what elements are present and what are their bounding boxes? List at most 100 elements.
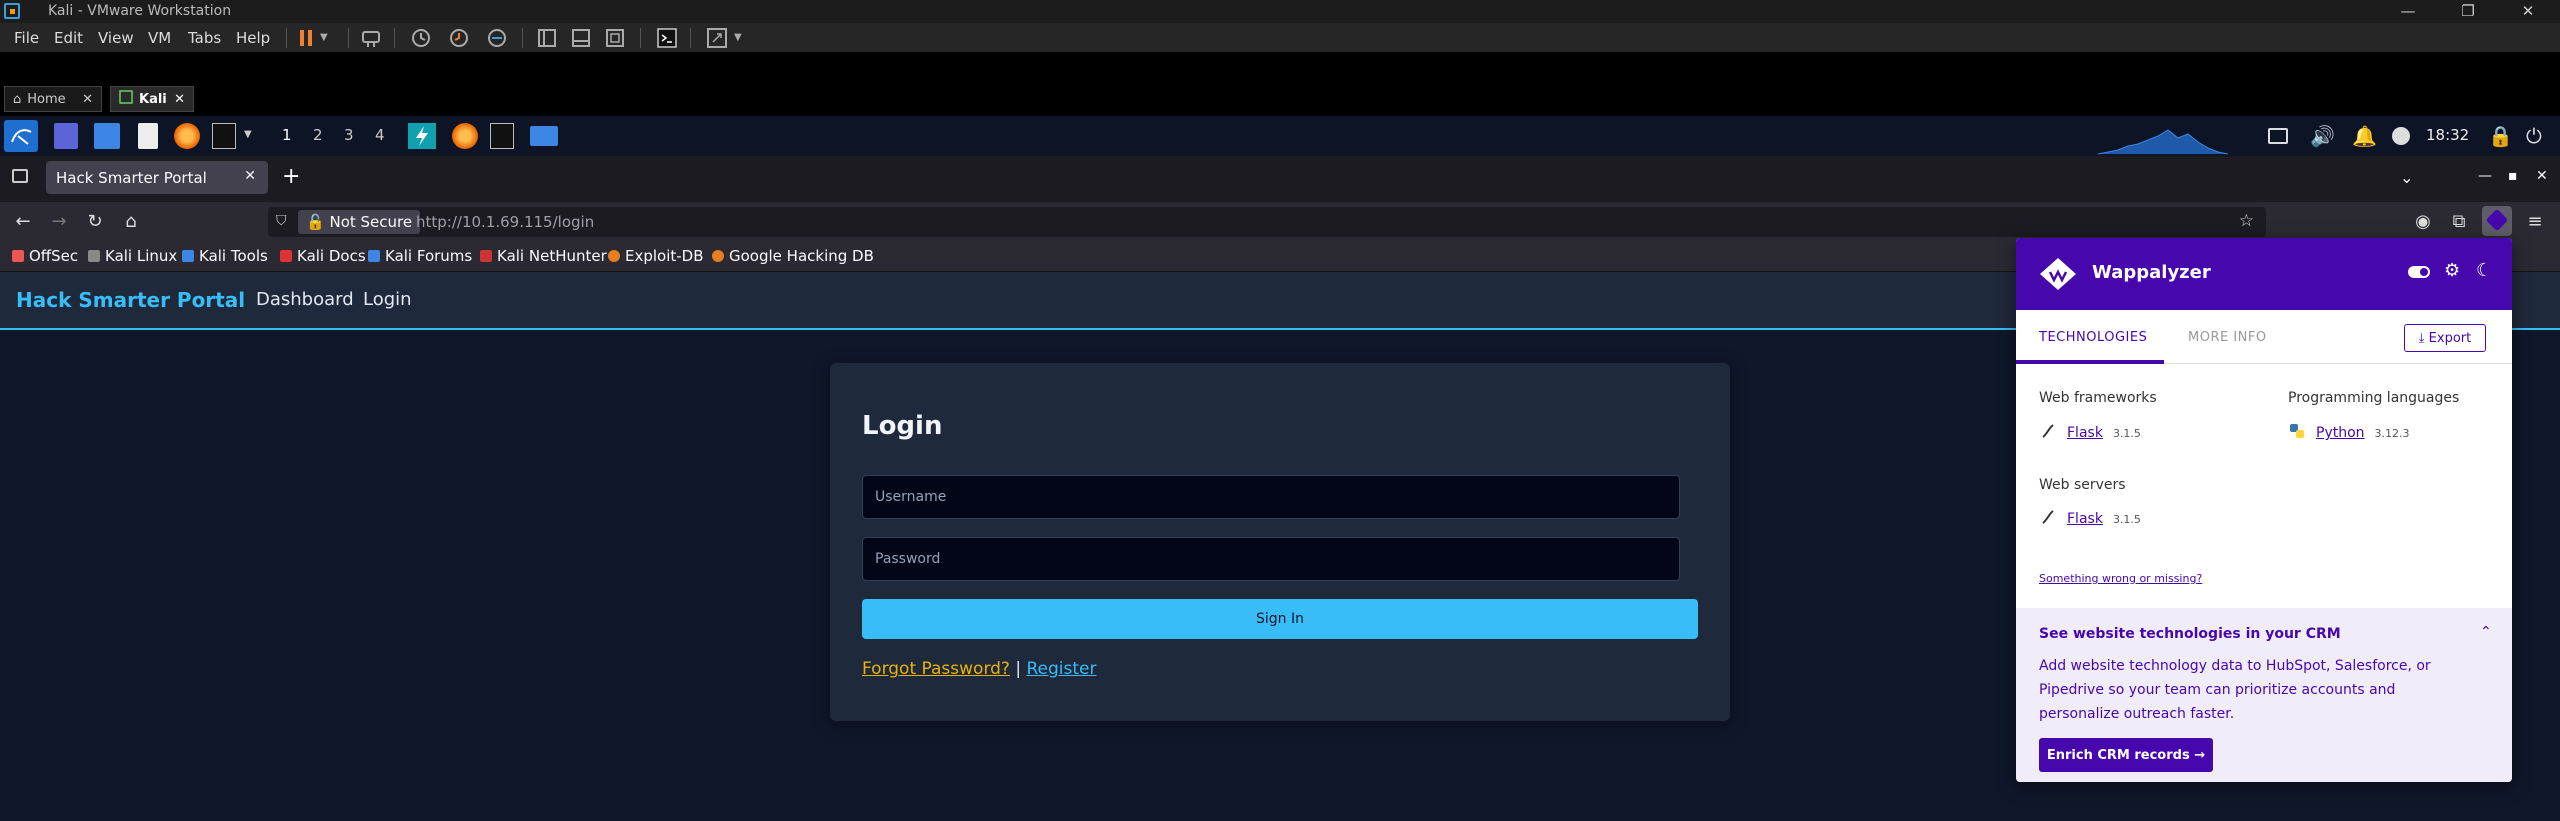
toggle-icon[interactable] [2408, 266, 2430, 278]
reload-icon[interactable]: ↻ [84, 211, 106, 233]
forward-icon[interactable]: → [48, 211, 70, 233]
terminal-icon[interactable] [212, 123, 236, 149]
close-icon[interactable]: ✕ [2508, 0, 2548, 23]
power-icon[interactable]: ⏻ [2526, 124, 2542, 150]
url-bar[interactable]: ⛉ 🔓 Not Secure http://10.1.69.115/login … [268, 207, 2266, 237]
chevron-down-icon[interactable]: ▼ [320, 32, 342, 54]
register-link[interactable]: Register [1027, 659, 1097, 679]
menu-tabs[interactable]: Tabs [188, 29, 221, 47]
menu-vm[interactable]: VM [148, 29, 171, 47]
not-secure-badge[interactable]: 🔓 Not Secure [298, 210, 421, 234]
tech-name[interactable]: Python [2316, 425, 2365, 441]
power-manager-icon[interactable] [2392, 127, 2410, 145]
menu-view[interactable]: View [98, 29, 134, 47]
clock[interactable]: 18:32 [2426, 126, 2469, 144]
bookmark-offsec[interactable]: OffSec [12, 247, 78, 265]
site-brand[interactable]: Hack Smarter Portal [16, 288, 245, 312]
extensions-icon[interactable]: ⧉ [2448, 211, 2470, 233]
restore-icon[interactable]: ❐ [2448, 0, 2488, 23]
tab-technologies[interactable]: TECHNOLOGIES [2039, 330, 2147, 345]
bookmark-exploit-db[interactable]: Exploit-DB [608, 247, 704, 265]
close-icon[interactable]: ✕ [174, 92, 185, 107]
workspace-3[interactable]: 3 [344, 126, 354, 144]
snapshot-icon[interactable] [410, 27, 432, 49]
settings-gear-icon[interactable]: ⚙ [2444, 260, 2460, 281]
app-menu-icon[interactable]: ≡ [2524, 211, 2546, 233]
bookmark-kali-tools[interactable]: Kali Tools [182, 247, 268, 265]
workspace-4[interactable]: 4 [375, 126, 385, 144]
bookmark-star-icon[interactable]: ☆ [2239, 211, 2254, 231]
file-manager-icon[interactable] [94, 123, 120, 149]
tech-flask-server[interactable]: Flask 3.1.5 [2039, 508, 2141, 530]
tech-python[interactable]: Python 3.12.3 [2288, 422, 2410, 444]
firefox-icon[interactable] [174, 123, 200, 149]
bookmark-kali-nethunter[interactable]: Kali NetHunter [480, 247, 607, 265]
bookmark-kali-docs[interactable]: Kali Docs [280, 247, 366, 265]
menu-edit[interactable]: Edit [54, 29, 83, 47]
tech-name[interactable]: Flask [2067, 425, 2103, 441]
close-icon[interactable]: ✕ [244, 168, 256, 184]
enrich-crm-button[interactable]: Enrich CRM records → [2039, 738, 2213, 772]
minimize-icon[interactable]: — [2478, 168, 2492, 184]
send-ctrl-alt-del-icon[interactable] [360, 27, 382, 49]
category-web-servers[interactable]: Web servers [2039, 477, 2126, 493]
show-library-icon[interactable] [536, 27, 558, 49]
sign-in-button[interactable]: Sign In [862, 599, 1698, 639]
bookmark-kali-forums[interactable]: Kali Forums [368, 247, 472, 265]
close-icon[interactable]: ✕ [82, 92, 93, 107]
tab-home[interactable]: ⌂ Home ✕ [4, 86, 102, 112]
text-editor-icon[interactable] [138, 123, 158, 149]
home-icon[interactable]: ⌂ [120, 211, 142, 233]
snapshot-manager-icon[interactable] [486, 27, 508, 49]
password-input[interactable] [862, 537, 1680, 581]
folder-window-icon[interactable] [530, 126, 558, 146]
url-text[interactable]: http://10.1.69.115/login [416, 213, 594, 231]
browser-tab-active[interactable]: Hack Smarter Portal ✕ [46, 161, 268, 194]
tab-list-chevron-icon[interactable]: ⌄ [2400, 168, 2413, 187]
firefox-window-icon[interactable] [452, 123, 478, 149]
chevron-up-icon[interactable]: ⌃ [2480, 624, 2492, 640]
site-info-icon[interactable]: ⛉ [276, 213, 287, 229]
tab-overview-icon[interactable] [12, 169, 28, 183]
nav-login[interactable]: Login [363, 289, 412, 310]
new-tab-icon[interactable]: + [282, 164, 300, 189]
tech-name[interactable]: Flask [2067, 511, 2103, 527]
forgot-password-link[interactable]: Forgot Password? [862, 659, 1010, 679]
dark-mode-moon-icon[interactable]: ☾ [2476, 260, 2492, 281]
close-window-icon[interactable]: ✕ [2536, 168, 2548, 184]
bookmark-google-hacking-db[interactable]: Google Hacking DB [712, 247, 874, 265]
export-button[interactable]: ⤓ Export [2404, 324, 2486, 352]
stretch-guest-icon[interactable] [706, 27, 728, 49]
burp-suite-icon[interactable] [408, 123, 436, 149]
full-screen-icon[interactable] [604, 27, 626, 49]
nav-dashboard[interactable]: Dashboard [256, 289, 354, 310]
volume-icon[interactable]: 🔊 [2310, 124, 2335, 150]
menu-help[interactable]: Help [236, 29, 270, 47]
show-desktop-icon[interactable] [54, 123, 78, 149]
lock-screen-icon[interactable]: 🔒 [2488, 124, 2513, 150]
chevron-down-icon[interactable]: ▼ [244, 129, 252, 155]
pause-icon[interactable] [296, 27, 318, 49]
crm-heading[interactable]: See website technologies in your CRM [2039, 626, 2341, 642]
revert-snapshot-icon[interactable] [448, 27, 470, 49]
account-icon[interactable]: ◉ [2412, 211, 2434, 233]
back-icon[interactable]: ← [12, 211, 34, 233]
something-wrong-link[interactable]: Something wrong or missing? [2039, 572, 2202, 585]
wappalyzer-extension-button[interactable] [2482, 206, 2512, 236]
thumbnail-bar-icon[interactable] [570, 27, 592, 49]
console-view-icon[interactable] [656, 27, 678, 49]
workspace-2[interactable]: 2 [313, 126, 323, 144]
display-icon[interactable] [2268, 128, 2288, 144]
kali-menu-icon[interactable] [4, 120, 38, 152]
username-input[interactable] [862, 475, 1680, 519]
category-web-frameworks[interactable]: Web frameworks [2039, 390, 2157, 406]
tab-more-info[interactable]: MORE INFO [2188, 330, 2267, 345]
minimize-icon[interactable]: — [2388, 0, 2428, 23]
chevron-down-icon[interactable]: ▼ [734, 32, 756, 54]
menu-file[interactable]: File [14, 29, 39, 47]
bookmark-kali-linux[interactable]: Kali Linux [88, 247, 177, 265]
tech-flask-framework[interactable]: Flask 3.1.5 [2039, 422, 2141, 444]
category-programming-languages[interactable]: Programming languages [2288, 390, 2459, 406]
notifications-icon[interactable]: 🔔 [2352, 124, 2377, 150]
maximize-icon[interactable]: ▪ [2508, 168, 2518, 184]
